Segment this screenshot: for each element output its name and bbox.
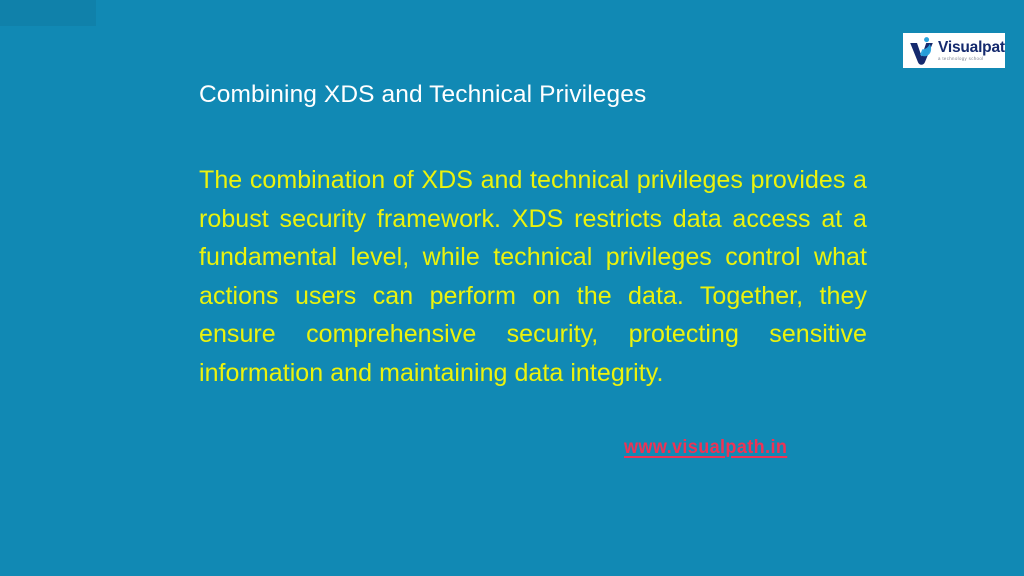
logo-tagline: a technology school	[938, 56, 984, 62]
page-title: Combining XDS and Technical Privileges	[199, 81, 647, 108]
visualpath-logo: Visualpath a technology school	[903, 33, 1005, 68]
body-paragraph: The combination of XDS and technical pri…	[199, 166, 867, 387]
corner-shade	[0, 0, 96, 26]
logo-wordmark: Visualpath a technology school	[938, 40, 1005, 62]
slide-canvas: Combining XDS and Technical Privileges T…	[0, 0, 1024, 576]
logo-name: Visualpath	[938, 38, 1005, 56]
website-url[interactable]: www.visualpath.in	[624, 437, 787, 459]
logo-v-mark-icon	[907, 36, 937, 66]
